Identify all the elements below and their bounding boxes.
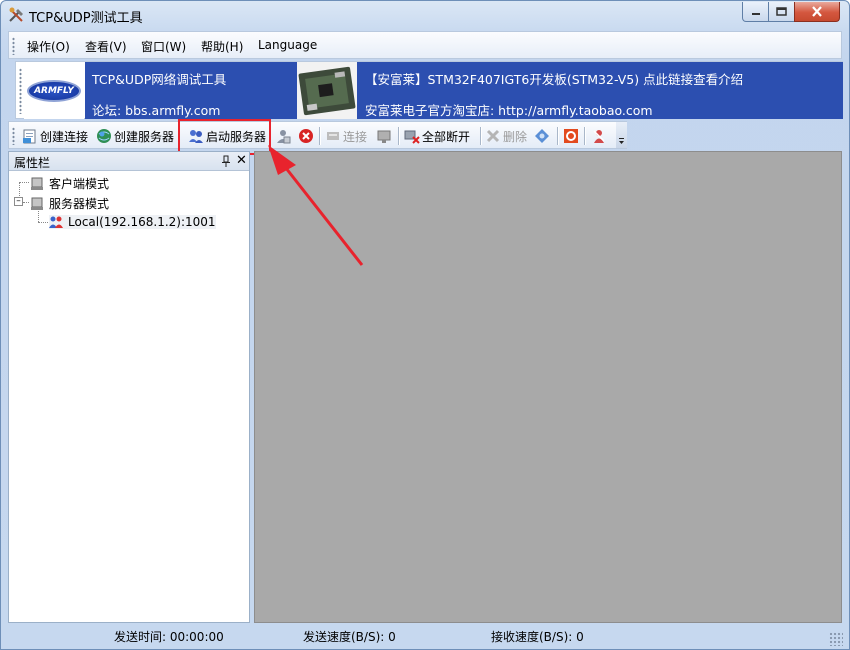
status-send-time: 发送时间: 00:00:00 (114, 630, 224, 644)
disconnect-all-button[interactable]: 全部断开 (404, 126, 470, 146)
title-bar[interactable]: TCP&UDP测试工具 (1, 1, 849, 29)
computer-icon (31, 177, 43, 190)
computer-icon (31, 197, 43, 210)
menu-bar: 操作(O) 查看(V) 窗口(W) 帮助(H) Language (8, 31, 842, 59)
status-send-speed: 发送速度(B/S): 0 (303, 630, 396, 644)
delete-label: 删除 (503, 129, 528, 144)
banner-right-panel[interactable]: 【安富莱】STM32F407IGT6开发板(STM32-V5) 点此链接查看介绍… (357, 62, 843, 119)
create-server-button[interactable]: 创建服务器 (96, 126, 174, 146)
stop-circle-icon (299, 129, 313, 143)
banner-board-promo[interactable]: 【安富莱】STM32F407IGT6开发板(STM32-V5) 点此链接查看介绍 (365, 69, 743, 88)
create-connection-button[interactable]: 创建连接 (22, 126, 88, 146)
server-users-icon (49, 216, 63, 228)
ad-banner: ARMFLY TCP&UDP网络调试工具 论坛: bbs.armfly.com … (15, 61, 843, 119)
delete-icon (486, 129, 500, 143)
network-disconnect-icon (377, 130, 391, 143)
connect-button[interactable]: 连接 (325, 126, 367, 146)
tree-item-label: 服务器模式 (49, 197, 110, 211)
create-connection-label: 创建连接 (40, 129, 89, 144)
banner-left-panel[interactable]: TCP&UDP网络调试工具 论坛: bbs.armfly.com (85, 62, 297, 119)
maximize-button[interactable] (768, 2, 795, 22)
tree-item-server-mode[interactable]: 服务器模式 (30, 195, 109, 212)
tree-item-server-local[interactable]: Local(192.168.1.2):1001 (49, 215, 216, 229)
banner-tool-name: TCP&UDP网络调试工具 (92, 72, 227, 87)
armfly-logo[interactable]: ARMFLY (24, 62, 84, 119)
menu-language[interactable]: Language (258, 38, 317, 52)
tree-item-label: Local(192.168.1.2):1001 (68, 215, 216, 229)
office-button[interactable] (563, 126, 581, 146)
menu-help[interactable]: 帮助(H) (201, 38, 243, 55)
banner-shop-link[interactable]: 安富莱电子官方淘宝店: http://armfly.taobao.com (365, 100, 653, 119)
close-icon (812, 6, 822, 17)
delete-button[interactable]: 删除 (485, 126, 527, 146)
tools-app-icon (9, 7, 23, 22)
properties-panel: 属性栏 ✕ – 客户端模式 服务器模式 Local(192.168.1.2):1… (8, 151, 250, 623)
menu-window[interactable]: 窗口(W) (141, 38, 186, 55)
minimize-button[interactable] (742, 2, 769, 22)
dev-board-image[interactable] (297, 62, 357, 119)
pin-icon[interactable] (221, 155, 231, 167)
menu-operate[interactable]: 操作(O) (27, 38, 70, 55)
status-bar: 发送时间: 00:00:00 发送速度(B/S): 0 接收速度(B/S): 0 (1, 624, 849, 650)
server-users-icon (277, 130, 291, 144)
toolbar-overflow-button[interactable] (616, 122, 627, 148)
panel-close-icon[interactable]: ✕ (236, 153, 247, 168)
app-window: TCP&UDP测试工具 操作(O) 查看(V) 窗口(W) 帮助(H) Lang… (0, 0, 850, 650)
menu-grip[interactable] (12, 37, 15, 55)
status-recv-speed: 接收速度(B/S): 0 (491, 630, 584, 644)
tree-item-client-mode[interactable]: 客户端模式 (30, 175, 109, 192)
resize-grip[interactable] (829, 632, 843, 646)
properties-panel-title: 属性栏 (14, 156, 51, 170)
toolbar-separator (584, 127, 585, 145)
settings-button[interactable] (534, 126, 552, 146)
maximize-icon (776, 7, 787, 16)
banner-grip[interactable] (19, 68, 22, 114)
tree-line (38, 222, 48, 223)
office-icon (564, 129, 578, 143)
disconnect-all-label: 全部断开 (422, 129, 471, 144)
tree-line (19, 182, 29, 183)
close-button[interactable] (794, 2, 840, 22)
tree-item-label: 客户端模式 (49, 177, 110, 191)
toolbar-separator (319, 127, 320, 145)
properties-panel-header: 属性栏 ✕ (9, 152, 249, 171)
toolbar-separator (480, 127, 481, 145)
toolbar: 创建连接 创建服务器 启动服务器 连接 全部断开 删除 (8, 121, 627, 149)
disconnect-all-icon (404, 130, 420, 144)
new-connection-icon (23, 129, 36, 144)
exit-icon (593, 130, 605, 143)
toolbar-separator (557, 127, 558, 145)
disconnect-button[interactable] (376, 126, 394, 146)
dev-board-icon (298, 66, 356, 116)
highlight-annotation (178, 119, 271, 155)
puzzle-settings-icon (535, 129, 549, 143)
connect-label: 连接 (343, 129, 368, 144)
armfly-logo-text: ARMFLY (27, 80, 81, 102)
globe-server-icon (97, 129, 111, 143)
tree-collapse-toggle[interactable]: – (14, 197, 23, 206)
chevron-down-icon (619, 138, 624, 144)
create-server-label: 创建服务器 (114, 129, 175, 144)
banner-forum-link[interactable]: 论坛: bbs.armfly.com (92, 100, 220, 119)
toolbar-grip[interactable] (12, 127, 15, 145)
server-config-button[interactable] (275, 126, 293, 146)
connect-icon (327, 132, 339, 140)
toolbar-separator (398, 127, 399, 145)
exit-button[interactable] (591, 126, 609, 146)
menu-view[interactable]: 查看(V) (85, 38, 127, 55)
window-title: TCP&UDP测试工具 (29, 11, 143, 26)
stop-server-button[interactable] (298, 126, 316, 146)
minimize-icon (751, 12, 760, 15)
tree-line (23, 202, 29, 203)
mdi-client-area[interactable] (254, 151, 842, 623)
